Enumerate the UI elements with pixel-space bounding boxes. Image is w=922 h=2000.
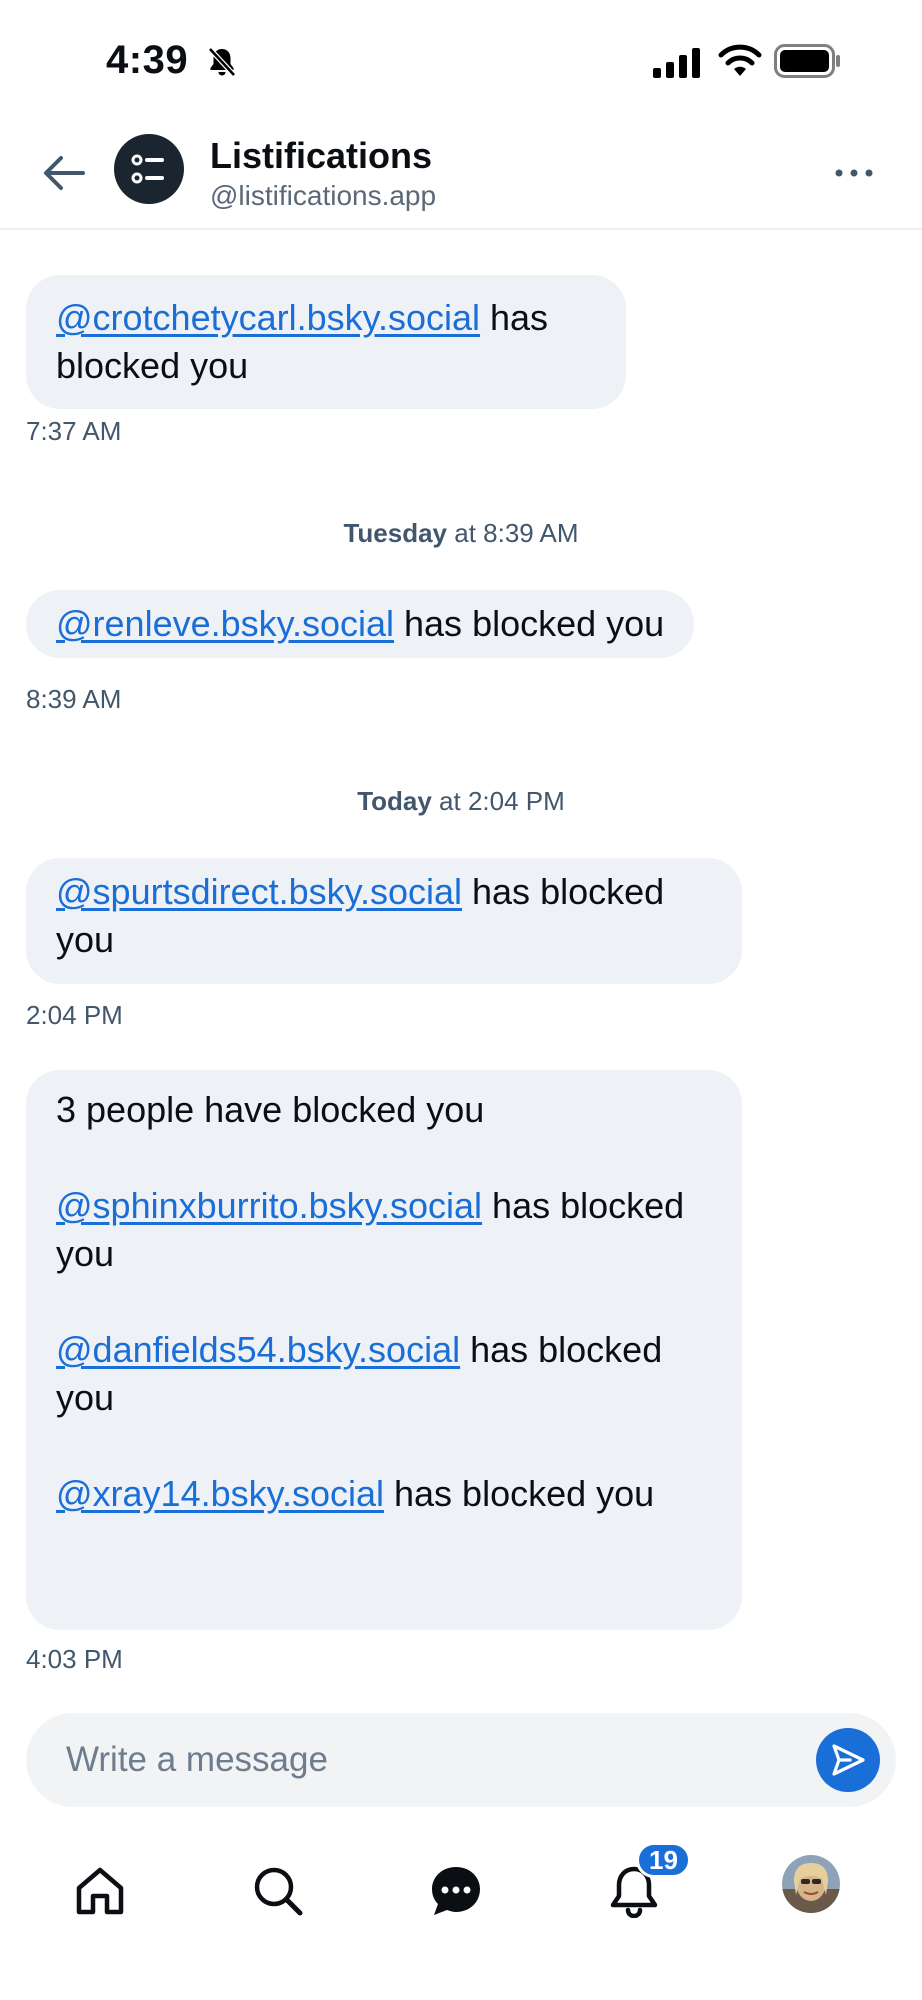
send-icon <box>832 1744 865 1776</box>
back-button[interactable] <box>36 145 92 201</box>
tab-search[interactable] <box>243 1856 313 1926</box>
message-timestamp: 2:04 PM <box>26 1000 123 1030</box>
bell-slash-icon <box>208 47 236 77</box>
status-time: 4:39 <box>106 38 189 82</box>
notification-badge: 19 <box>636 1842 691 1878</box>
message-bubble[interactable]: 3 people have blocked you @sphinxburrito… <box>26 1070 742 1630</box>
handle-link[interactable]: @renleve.bsky.social <box>56 603 394 644</box>
handle-link[interactable]: @danfields54.bsky.social <box>56 1329 460 1370</box>
message-intro: 3 people have blocked you <box>56 1089 485 1130</box>
more-options-icon <box>835 169 873 177</box>
divider-day: Tuesday <box>343 518 448 548</box>
conversation-name[interactable]: Listifications <box>210 135 432 177</box>
message-bubble[interactable]: @crotchetycarl.bsky.social has blocked y… <box>26 275 626 409</box>
message-text: has blocked you <box>394 603 665 644</box>
divider-day: Today <box>357 786 432 816</box>
message-feed[interactable]: @crotchetycarl.bsky.social has blocked y… <box>0 232 922 1682</box>
handle-link[interactable]: @xray14.bsky.social <box>56 1473 384 1514</box>
list-avatar-icon <box>131 154 164 184</box>
cellular-signal-icon <box>653 48 700 78</box>
date-divider: Tuesday at 8:39 AM <box>0 518 922 549</box>
divider-time: at 2:04 PM <box>431 786 565 816</box>
conversation-avatar[interactable] <box>114 134 184 204</box>
conversation-header: Listifications @listifications.app <box>0 125 922 230</box>
divider-time: at 8:39 AM <box>447 518 579 548</box>
message-bubble[interactable]: @renleve.bsky.social has blocked you <box>26 590 695 658</box>
handle-link[interactable]: @sphinxburrito.bsky.social <box>56 1185 482 1226</box>
tab-chat[interactable] <box>421 1856 491 1926</box>
wifi-icon <box>718 44 762 76</box>
message-timestamp: 7:37 AM <box>26 416 122 446</box>
message-timestamp: 4:03 PM <box>26 1644 123 1674</box>
chat-icon <box>432 1867 480 1915</box>
handle-link[interactable]: @spurtsdirect.bsky.social <box>56 871 462 912</box>
tab-home[interactable] <box>65 1856 135 1926</box>
send-button[interactable] <box>816 1728 880 1792</box>
back-arrow-icon <box>44 156 85 190</box>
message-input[interactable] <box>66 1731 786 1789</box>
bottom-tab-bar <box>0 1830 922 2000</box>
more-options-button[interactable] <box>826 153 882 193</box>
profile-avatar[interactable] <box>782 1855 840 1913</box>
battery-icon <box>774 44 840 78</box>
status-bar: 4:39 <box>0 0 922 125</box>
message-text: has blocked you <box>384 1473 655 1514</box>
message-composer <box>26 1713 896 1807</box>
message-bubble[interactable]: @spurtsdirect.bsky.social has blocked yo… <box>26 858 742 984</box>
date-divider: Today at 2:04 PM <box>0 786 922 817</box>
conversation-handle: @listifications.app <box>210 180 437 211</box>
home-icon <box>76 1867 124 1915</box>
profile-photo-icon <box>782 1855 840 1913</box>
search-icon <box>254 1867 303 1916</box>
message-timestamp: 8:39 AM <box>26 684 122 714</box>
handle-link[interactable]: @crotchetycarl.bsky.social <box>56 297 480 338</box>
